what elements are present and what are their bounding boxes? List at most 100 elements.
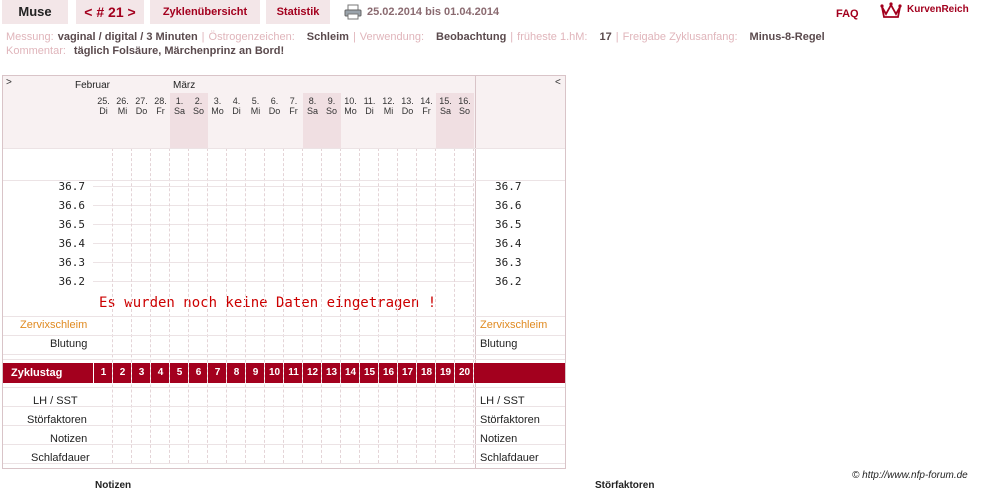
cycle-chart: > < Februar März 25. Di 26. Mi 27. Do 28. Fr 1. S… [2,75,566,469]
day-date: 4. [232,96,241,106]
day-header: 4. Di [227,96,246,116]
cycle-day-label: Zyklustag [11,367,63,379]
messung-label: Messung: [6,31,54,43]
row-label-bleeding: Blutung [50,338,88,350]
kommentar-value: täglich Folsäure, Märchenprinz an Bord! [73,45,285,57]
cycle-day-number: 4 [157,367,164,378]
day-date: 12. [382,96,395,106]
day-header: 9. So [322,96,341,116]
grid-hline [3,463,565,464]
grid-vline [169,148,170,463]
day-weekday: Do [401,106,414,116]
messung-value: vaginal / digital / 3 Minuten [57,31,198,43]
cycle-day-number: 2 [119,367,126,378]
grid-vline [473,148,474,463]
cycle-day-number: 6 [195,367,202,378]
day-weekday: Fr [156,106,165,116]
cycle-day-number: 10 [268,367,281,378]
grid-vline [264,148,265,463]
grid-vline [340,148,341,463]
cycle-day-number: 13 [325,367,338,378]
temp-label-right: 36.2 [495,275,522,288]
day-header: 12. Mi [379,96,398,116]
day-header: 26. Mi [113,96,132,116]
day-date: 25. [97,96,110,106]
chart-next-button[interactable]: < [555,77,561,88]
fh-value: 17 [599,31,612,43]
temp-label-left: 36.4 [58,237,86,250]
cycle-day-number: 7 [214,367,221,378]
verwendung-value: Beobachtung [436,31,507,43]
day-date: 11. [363,96,376,106]
kommentar-label: Kommentar: [6,45,66,57]
cycle-day-number: 9 [252,367,259,378]
cycle-day-number: 16 [382,367,395,378]
comment-info: Kommentar: täglich Folsäure, Märchenprinz… [6,45,284,57]
day-header: 27. Do [132,96,151,116]
grid-vline [435,148,436,463]
cycle-day-number: 19 [439,367,452,378]
grid-hline [3,335,565,336]
oestrogen-label: Östrogenzeichen: [208,31,295,43]
oestrogen-value: Schleim [306,31,349,43]
grid-vline [112,148,113,463]
day-date: 9. [327,96,336,106]
printer-icon[interactable] [344,4,362,20]
cycle-day-number: 14 [344,367,357,378]
temp-label-left: 36.7 [58,180,86,193]
grid-hline [3,359,565,360]
cycle-day-number: 15 [363,367,376,378]
right-column-divider [475,76,476,468]
day-header: 7. Fr [284,96,303,116]
day-header: 13. Do [398,96,417,116]
temp-label-right: 36.7 [495,180,522,193]
cycle-day-number: 20 [458,367,471,378]
brand-link[interactable]: KurvenReich [907,4,969,15]
day-weekday: Do [268,106,281,116]
user-tab[interactable]: Muse [2,0,68,24]
day-weekday: Sa [173,106,185,116]
day-weekday: Mo [211,106,224,116]
grid-hline [3,387,565,388]
day-date: 6. [270,96,279,106]
grid-hline [3,354,565,355]
cycle-day-number: 5 [176,367,183,378]
day-header: 5. Mi [246,96,265,116]
cycle-day-number: 3 [138,367,145,378]
tab-statistics[interactable]: Statistik [266,0,330,24]
grid-vline [416,148,417,463]
crown-icon[interactable] [880,2,902,20]
grid-hline [3,316,565,317]
chart-prev-button[interactable]: > [6,77,12,88]
grid-vline [454,148,455,463]
faq-link[interactable]: FAQ [836,8,859,20]
temp-label-right: 36.3 [495,256,522,269]
day-weekday: So [192,106,204,116]
cycle-day-number: 18 [420,367,433,378]
grid-hline [3,406,565,407]
day-date: 13. [401,96,414,106]
grid-vline [245,148,246,463]
tab-cycle-overview[interactable]: Zyklenübersicht [150,0,260,24]
grid-vline [150,148,151,463]
copyright: © http://www.nfp-forum.de [852,470,968,481]
day-weekday: Mi [117,106,128,116]
top-bar: Muse < # 21 > Zyklenübersicht Statistik … [0,0,981,26]
day-header: 1. Sa [170,96,189,116]
temp-label-left: 36.6 [58,199,86,212]
grid-hline [3,180,565,181]
day-date: 26. [116,96,129,106]
cycle-navigator[interactable]: < # 21 > [76,0,144,24]
cycle-day-number: 8 [233,367,240,378]
grid-hline [3,425,565,426]
day-date: 15. [439,96,452,106]
day-date: 8. [308,96,317,106]
grid-vline [131,148,132,463]
grid-vline [226,148,227,463]
day-header: 2. So [189,96,208,116]
day-weekday: Mi [250,106,261,116]
temp-label-right: 36.4 [495,237,522,250]
grid-vline [397,148,398,463]
day-date: 28. [154,96,167,106]
row-label-cervical-mucus: Zervixschleim [20,319,88,331]
